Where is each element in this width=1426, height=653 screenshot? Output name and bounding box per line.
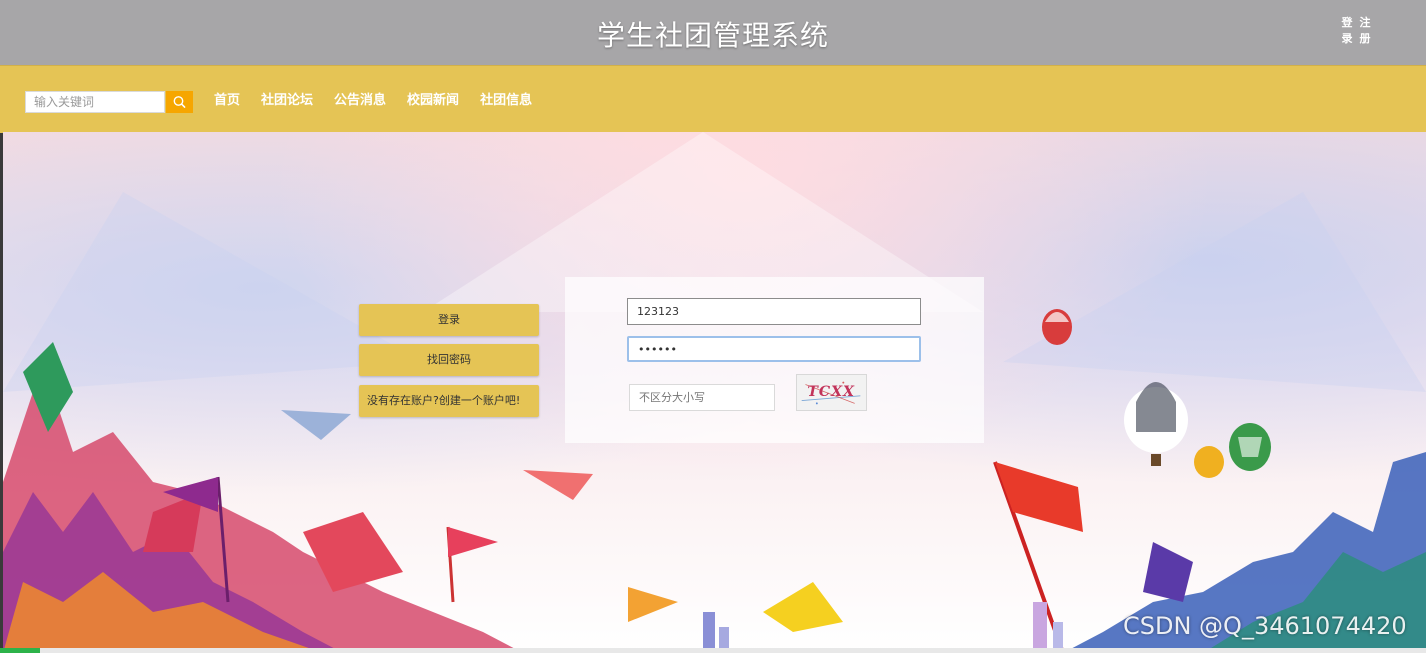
nav-campus-news[interactable]: 校园新闻 bbox=[407, 91, 459, 111]
search-button[interactable] bbox=[166, 91, 193, 113]
site-title: 学生社团管理系统 bbox=[596, 19, 829, 52]
progress-indicator bbox=[0, 648, 40, 653]
top-header: 学生社团管理系统 登录 注册 bbox=[0, 0, 1426, 65]
main-nav: 首页 社团论坛 公告消息 校园新闻 社团信息 bbox=[214, 91, 532, 111]
search-icon bbox=[173, 96, 186, 108]
create-account-button[interactable]: 没有存在账户?创建一个账户吧! bbox=[359, 385, 539, 417]
auth-links: 登录 注册 bbox=[1340, 15, 1371, 47]
login-button[interactable]: 登录 bbox=[359, 304, 539, 336]
captcha-image[interactable]: TCXX bbox=[796, 374, 867, 411]
captcha-field[interactable] bbox=[629, 384, 775, 411]
captcha-text: TCXX bbox=[807, 384, 855, 400]
nav-home[interactable]: 首页 bbox=[214, 91, 240, 111]
navbar: 首页 社团论坛 公告消息 校园新闻 社团信息 bbox=[0, 65, 1426, 133]
nav-announcements[interactable]: 公告消息 bbox=[334, 91, 386, 111]
recover-password-button[interactable]: 找回密码 bbox=[359, 344, 539, 376]
search-input[interactable] bbox=[25, 91, 165, 113]
username-field[interactable] bbox=[627, 298, 921, 325]
login-link[interactable]: 登录 bbox=[1340, 15, 1354, 47]
nav-club-info[interactable]: 社团信息 bbox=[480, 91, 532, 111]
bottom-strip bbox=[0, 648, 1426, 653]
login-panel: TCXX bbox=[565, 277, 984, 443]
register-link[interactable]: 注册 bbox=[1358, 15, 1372, 47]
nav-forum[interactable]: 社团论坛 bbox=[261, 91, 313, 111]
password-field[interactable] bbox=[627, 336, 921, 362]
